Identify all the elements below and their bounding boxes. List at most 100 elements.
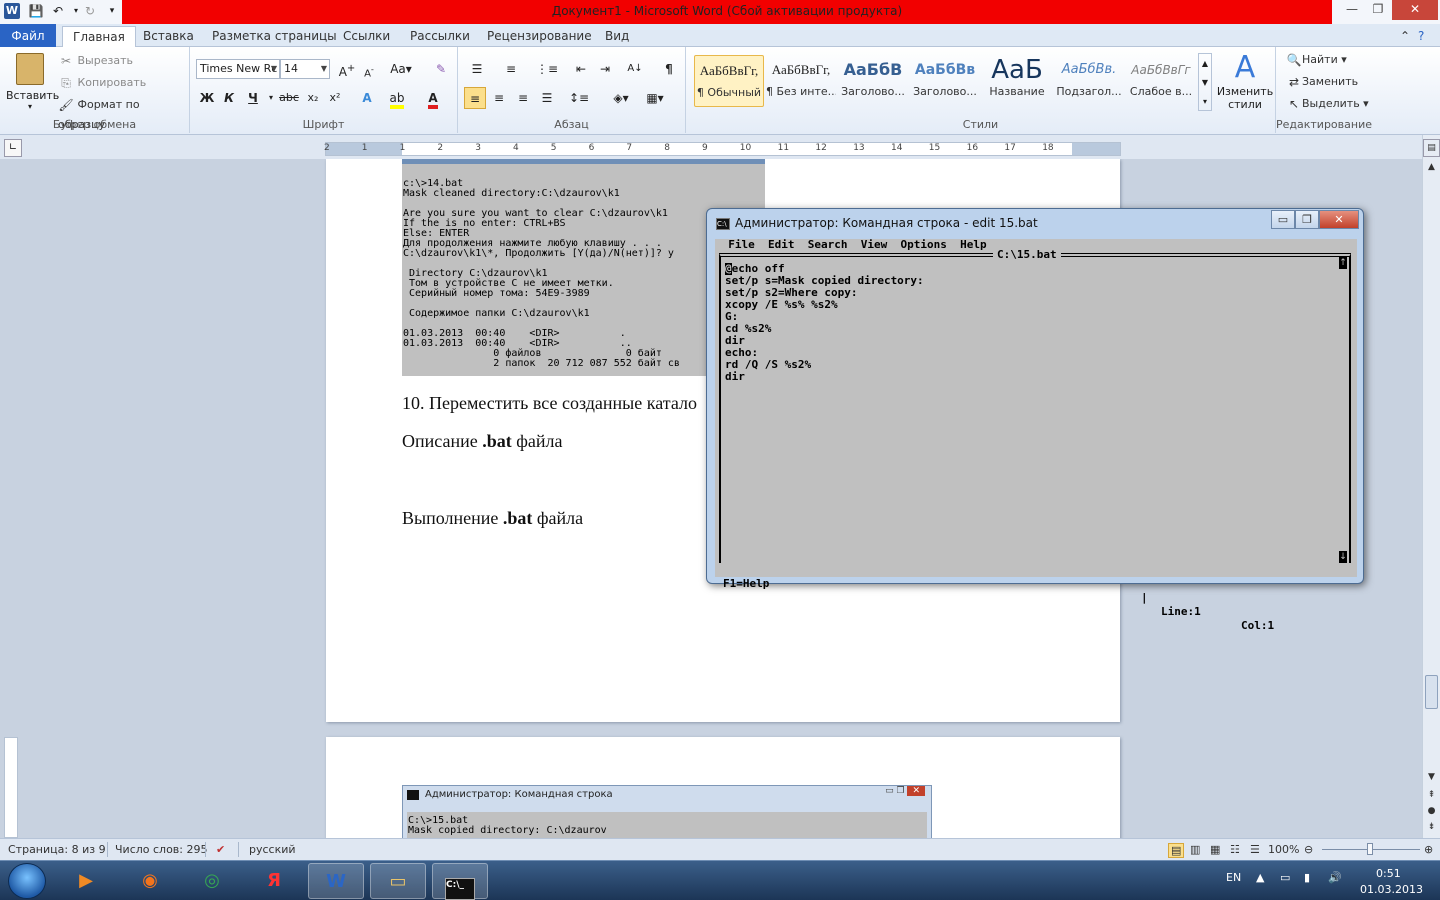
menu-search[interactable]: Search: [808, 238, 848, 251]
draft-icon[interactable]: ☰: [1250, 843, 1260, 856]
decrease-indent-icon[interactable]: ⇤: [570, 58, 592, 80]
font-family-combo[interactable]: Times New Rc ▼: [196, 59, 280, 79]
zoom-out-icon[interactable]: ⊖: [1304, 843, 1313, 856]
customize-qat-icon[interactable]: ▾: [104, 3, 120, 19]
align-right-button[interactable]: ≡: [512, 87, 534, 109]
text-effects-icon[interactable]: A: [356, 87, 378, 109]
close-button[interactable]: ✕: [1392, 0, 1438, 20]
styles-gallery-scroll[interactable]: ▲ ▼ ▾: [1198, 53, 1212, 111]
italic-button[interactable]: К: [218, 87, 240, 109]
highlight-icon[interactable]: ab: [386, 87, 408, 109]
editor-text[interactable]: @echo off set/p s=Mask copied directory: s…: [721, 257, 1349, 383]
tab-mailings[interactable]: Рассылки: [400, 26, 480, 47]
style-subtitle[interactable]: АаБбВв. Подзагол...: [1054, 55, 1124, 107]
tab-insert[interactable]: Вставка: [133, 26, 204, 47]
chrome-icon[interactable]: ◎: [184, 863, 240, 899]
tray-volume-icon[interactable]: 🔊: [1328, 871, 1342, 884]
cmd-taskbar-icon[interactable]: C:\_: [432, 863, 488, 900]
style-title[interactable]: АаБ Название: [982, 55, 1052, 107]
minimize-ribbon-icon[interactable]: ⌃: [1396, 26, 1414, 47]
clock-date[interactable]: 01.03.2013: [1360, 883, 1423, 896]
code-line[interactable]: dir: [725, 335, 1349, 347]
spellcheck-icon[interactable]: ✔: [216, 843, 225, 856]
edit-console-window[interactable]: C:\ Администратор: Командная строка - ed…: [706, 208, 1364, 632]
page-indicator[interactable]: Страница: 8 из 9: [8, 843, 106, 856]
media-player-icon[interactable]: ▶: [58, 863, 114, 899]
console-close-button[interactable]: ✕: [1319, 210, 1359, 229]
browse-object-icon[interactable]: ●: [1423, 803, 1440, 819]
change-case-icon[interactable]: Aa▾: [390, 58, 412, 80]
tray-network-icon[interactable]: ▮: [1304, 871, 1310, 884]
language-indicator[interactable]: русский: [249, 843, 296, 856]
find-button[interactable]: 🔍Найти ▾: [1286, 50, 1347, 70]
tab-file[interactable]: Файл: [0, 24, 56, 47]
shrink-font-icon[interactable]: A-: [358, 58, 380, 80]
tray-power-icon[interactable]: ▭: [1280, 871, 1290, 884]
vertical-scrollbar[interactable]: ▤ ▲ ▼ ⇞ ● ⇟: [1422, 135, 1440, 838]
next-page-icon[interactable]: ⇟: [1423, 819, 1440, 835]
format-painter-button[interactable]: 🖌 Формат по образцу: [58, 95, 189, 131]
style-subtle-emphasis[interactable]: АаБбВвГг Слабое в...: [1126, 55, 1196, 107]
tab-page-layout[interactable]: Разметка страницы: [202, 26, 347, 47]
editor-scroll-up-icon[interactable]: ↑: [1339, 257, 1347, 269]
edit-screen[interactable]: File Edit Search View Options Help @echo…: [715, 238, 1357, 632]
tab-home[interactable]: Главная: [62, 26, 136, 48]
console-maximize-button[interactable]: ❐: [1295, 210, 1319, 229]
copy-button[interactable]: ⎘ Копировать: [58, 73, 146, 93]
editor-scroll-down-icon[interactable]: ↓: [1339, 551, 1347, 563]
menu-options[interactable]: Options: [901, 238, 947, 251]
tray-expand-icon[interactable]: ▲: [1256, 871, 1264, 884]
line-spacing-icon[interactable]: ↕≡: [568, 87, 590, 109]
zoom-in-icon[interactable]: ⊕: [1424, 843, 1433, 856]
word-count[interactable]: Число слов: 295: [115, 843, 208, 856]
font-color-icon[interactable]: A: [422, 87, 444, 109]
undo-icon[interactable]: ↶: [50, 3, 66, 19]
horizontal-ruler[interactable]: 2 1 1 2 3 4 5 6 7 8 9 10 11 12 13 14 15 16 17 18: [324, 142, 1121, 156]
grow-font-icon[interactable]: A+: [336, 58, 358, 80]
strikethrough-button[interactable]: abc: [278, 87, 300, 109]
clear-formatting-icon[interactable]: ✎: [430, 58, 452, 80]
superscript-button[interactable]: x²: [324, 87, 346, 109]
align-left-button[interactable]: ≡: [464, 87, 486, 109]
save-icon[interactable]: 💾: [28, 3, 44, 19]
style-heading-2[interactable]: АаБбВв Заголово...: [910, 55, 980, 107]
word-logo-icon[interactable]: W: [4, 3, 20, 19]
select-button[interactable]: ↖ Выделить ▾: [1286, 94, 1369, 114]
justify-button[interactable]: ☰: [536, 87, 558, 109]
style-no-spacing[interactable]: АаБбВвГг, ¶ Без инте...: [766, 55, 836, 107]
tab-view[interactable]: Вид: [595, 26, 639, 47]
code-line[interactable]: cd %s2%: [725, 323, 1349, 335]
show-marks-icon[interactable]: ¶: [658, 58, 680, 80]
help-icon[interactable]: ?: [1414, 26, 1428, 47]
tab-references[interactable]: Ссылки: [333, 26, 400, 47]
bold-button[interactable]: Ж: [196, 87, 218, 109]
web-layout-icon[interactable]: ▦: [1210, 843, 1220, 856]
previous-page-icon[interactable]: ⇞: [1423, 787, 1440, 803]
replace-button[interactable]: ⇄ Заменить: [1286, 72, 1358, 92]
code-line[interactable]: G:: [725, 311, 1349, 323]
redo-icon[interactable]: ↻: [82, 3, 98, 19]
ruler-view-icon[interactable]: ▤: [1423, 139, 1440, 157]
document-page-next[interactable]: Администратор: Командная строка ▭ ❐ ✕ C:…: [326, 737, 1120, 838]
borders-icon[interactable]: ▦▾: [644, 87, 666, 109]
scroll-thumb[interactable]: [1425, 675, 1438, 709]
sort-icon[interactable]: A↓: [624, 58, 646, 80]
code-line[interactable]: dir: [725, 371, 1349, 383]
style-heading-1[interactable]: АаБбВ Заголово...: [838, 55, 908, 107]
change-styles-button[interactable]: A Изменить стили: [1216, 51, 1274, 115]
scroll-down-icon[interactable]: ▼: [1423, 769, 1440, 785]
print-layout-icon[interactable]: ▤: [1168, 843, 1185, 858]
code-line[interactable]: echo:: [725, 347, 1349, 359]
console-minimize-button[interactable]: ▭: [1271, 210, 1295, 229]
outline-icon[interactable]: ☷: [1230, 843, 1240, 856]
menu-help[interactable]: Help: [960, 238, 987, 251]
code-line[interactable]: xcopy /E %s% %s2%: [725, 299, 1349, 311]
start-button[interactable]: [8, 863, 46, 899]
code-line[interactable]: rd /Q /S %s2%: [725, 359, 1349, 371]
scroll-up-icon[interactable]: ▲: [1423, 159, 1440, 175]
tray-language[interactable]: EN: [1226, 871, 1241, 884]
multilevel-list-icon[interactable]: ⋮≡: [536, 58, 558, 80]
shading-icon[interactable]: ◈▾: [610, 87, 632, 109]
tab-review[interactable]: Рецензирование: [477, 26, 602, 47]
firefox-icon[interactable]: ◉: [122, 863, 178, 899]
